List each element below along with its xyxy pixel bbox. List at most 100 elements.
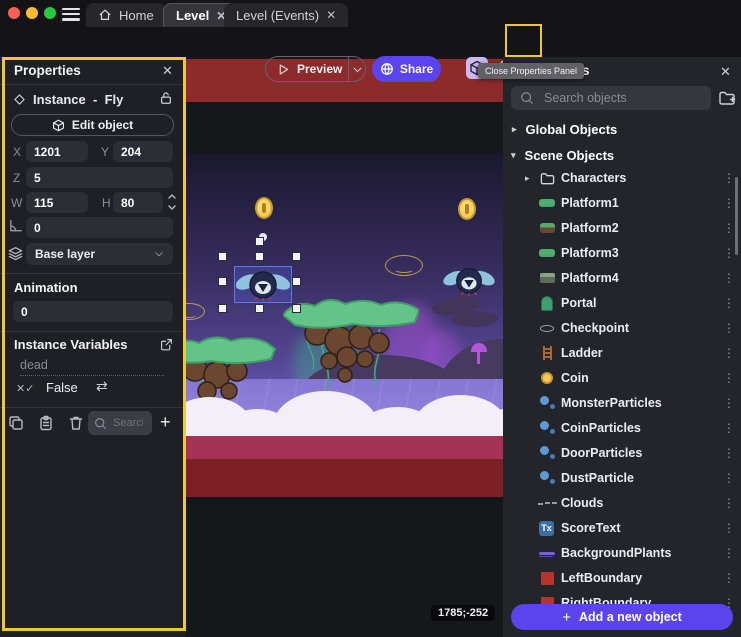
clouds-layer[interactable] [185, 379, 503, 435]
swap-value-icon[interactable]: ⇄ [96, 378, 108, 395]
y-input[interactable] [113, 141, 173, 162]
preview-dropdown-button[interactable] [349, 64, 365, 75]
selection-handle[interactable] [218, 252, 227, 261]
close-properties-icon[interactable]: ✕ [162, 63, 173, 79]
object-item-Clouds[interactable]: ▸ Clouds ⋮ [503, 491, 741, 515]
angle-input[interactable] [26, 217, 173, 238]
tab-home[interactable]: Home [86, 3, 166, 27]
item-menu-icon[interactable]: ⋮ [723, 546, 735, 560]
objects-search[interactable] [511, 86, 711, 110]
close-objects-icon[interactable]: ✕ [720, 64, 731, 80]
item-menu-icon[interactable]: ⋮ [723, 271, 735, 285]
paste-icon[interactable] [38, 415, 54, 431]
group-global-objects[interactable]: ▸ Global Objects [512, 122, 617, 137]
selection-handle[interactable] [255, 304, 264, 313]
object-item-Coin[interactable]: ▸ Coin ⋮ [503, 366, 741, 390]
object-item-DoorParticles[interactable]: ▸ DoorParticles ⋮ [503, 441, 741, 465]
object-item-label: Platform3 [561, 246, 619, 260]
object-item-BackgroundPlants[interactable]: ▸ BackgroundPlants ⋮ [503, 541, 741, 565]
item-menu-icon[interactable]: ⋮ [723, 521, 735, 535]
item-menu-icon[interactable]: ⋮ [723, 446, 735, 460]
object-item-Platform3[interactable]: ▸ Platform3 ⋮ [503, 241, 741, 265]
coin-instance[interactable] [458, 198, 476, 220]
selected-fly-instance[interactable] [236, 268, 290, 302]
item-menu-icon[interactable]: ⋮ [723, 246, 735, 260]
fly-instance[interactable] [443, 265, 495, 297]
selection-handle[interactable] [218, 277, 227, 286]
unlock-icon[interactable] [159, 91, 173, 105]
h-input[interactable] [113, 192, 163, 213]
trash-icon[interactable] [68, 415, 84, 431]
objects-list: ▸ Characters ⋮ ▸ Platform1 ⋮ ▸ Platform2… [503, 57, 741, 637]
main-menu-button[interactable] [62, 5, 80, 24]
selection-rotate-handle[interactable] [255, 237, 264, 246]
object-item-LeftBoundary[interactable]: ▸ LeftBoundary ⋮ [503, 566, 741, 590]
variable-value[interactable]: False [46, 380, 78, 395]
external-link-icon[interactable] [160, 338, 173, 351]
item-menu-icon[interactable]: ⋮ [723, 221, 735, 235]
item-menu-icon[interactable]: ⋮ [723, 296, 735, 310]
add-variable-button[interactable]: + [160, 412, 171, 433]
selection-handle[interactable] [292, 277, 301, 286]
group-label: Scene Objects [525, 148, 615, 163]
object-item-ScoreText[interactable]: ▸ ScoreText ⋮ [503, 516, 741, 540]
particles-icon [539, 470, 555, 486]
objects-search-input[interactable] [542, 90, 696, 106]
object-item-Ladder[interactable]: ▸ Ladder ⋮ [503, 341, 741, 365]
edit-object-button[interactable]: Edit object [11, 114, 174, 136]
x-input[interactable] [26, 141, 88, 162]
add-folder-icon[interactable] [718, 89, 736, 107]
level-canvas[interactable]: 1785;-252 [185, 57, 503, 637]
object-item-Characters[interactable]: ▸ Characters ⋮ [503, 166, 741, 190]
object-item-Checkpoint[interactable]: ▸ Checkpoint ⋮ [503, 316, 741, 340]
item-menu-icon[interactable]: ⋮ [723, 321, 735, 335]
divider [0, 407, 185, 408]
item-menu-icon[interactable]: ⋮ [723, 346, 735, 360]
object-item-CoinParticles[interactable]: ▸ CoinParticles ⋮ [503, 416, 741, 440]
z-input[interactable] [26, 167, 173, 188]
object-item-label: CoinParticles [561, 421, 641, 435]
object-item-DustParticle[interactable]: ▸ DustParticle ⋮ [503, 466, 741, 490]
window-minimize-light[interactable] [26, 7, 38, 19]
y-label: Y [101, 145, 109, 159]
aspect-link-icon[interactable] [166, 193, 178, 211]
item-menu-icon[interactable]: ⋮ [723, 496, 735, 510]
close-tab-icon[interactable]: ✕ [326, 8, 336, 22]
text-icon [539, 521, 554, 536]
object-item-Platform4[interactable]: ▸ Platform4 ⋮ [503, 266, 741, 290]
coin-instance[interactable] [255, 197, 273, 219]
w-input[interactable] [26, 192, 88, 213]
variables-search-input[interactable] [111, 416, 145, 430]
item-menu-icon[interactable]: ⋮ [723, 571, 735, 585]
object-item-MonsterParticles[interactable]: ▸ MonsterParticles ⋮ [503, 391, 741, 415]
item-menu-icon[interactable]: ⋮ [723, 171, 735, 185]
selection-handle[interactable] [218, 304, 227, 313]
object-item-label: DoorParticles [561, 446, 642, 460]
item-menu-icon[interactable]: ⋮ [723, 196, 735, 210]
share-button[interactable]: Share [372, 56, 441, 82]
add-new-object-button[interactable]: + Add a new object [511, 604, 733, 630]
group-scene-objects[interactable]: ▾ Scene Objects [511, 148, 614, 163]
variables-search[interactable] [88, 411, 152, 435]
bottom-boundary-red [185, 459, 503, 497]
window-close-light[interactable] [8, 7, 20, 19]
add-new-object-label: Add a new object [579, 610, 682, 624]
selection-handle[interactable] [255, 252, 264, 261]
copy-icon[interactable] [8, 415, 24, 431]
object-item-Platform2[interactable]: ▸ Platform2 ⋮ [503, 216, 741, 240]
object-item-Portal[interactable]: ▸ Portal ⋮ [503, 291, 741, 315]
selection-handle[interactable] [292, 304, 301, 313]
selection-handle[interactable] [292, 252, 301, 261]
window-zoom-light[interactable] [44, 7, 56, 19]
item-menu-icon[interactable]: ⋮ [723, 421, 735, 435]
scrollbar[interactable] [735, 177, 738, 255]
tab-level-events[interactable]: Level (Events) ✕ [224, 3, 348, 27]
animation-input[interactable] [13, 301, 173, 322]
item-menu-icon[interactable]: ⋮ [723, 396, 735, 410]
object-item-Platform1[interactable]: ▸ Platform1 ⋮ [503, 191, 741, 215]
preview-main[interactable]: Preview [266, 62, 348, 76]
layer-dropdown[interactable]: Base layer [26, 243, 173, 265]
preview-button[interactable]: Preview [265, 56, 366, 82]
item-menu-icon[interactable]: ⋮ [723, 471, 735, 485]
item-menu-icon[interactable]: ⋮ [723, 371, 735, 385]
